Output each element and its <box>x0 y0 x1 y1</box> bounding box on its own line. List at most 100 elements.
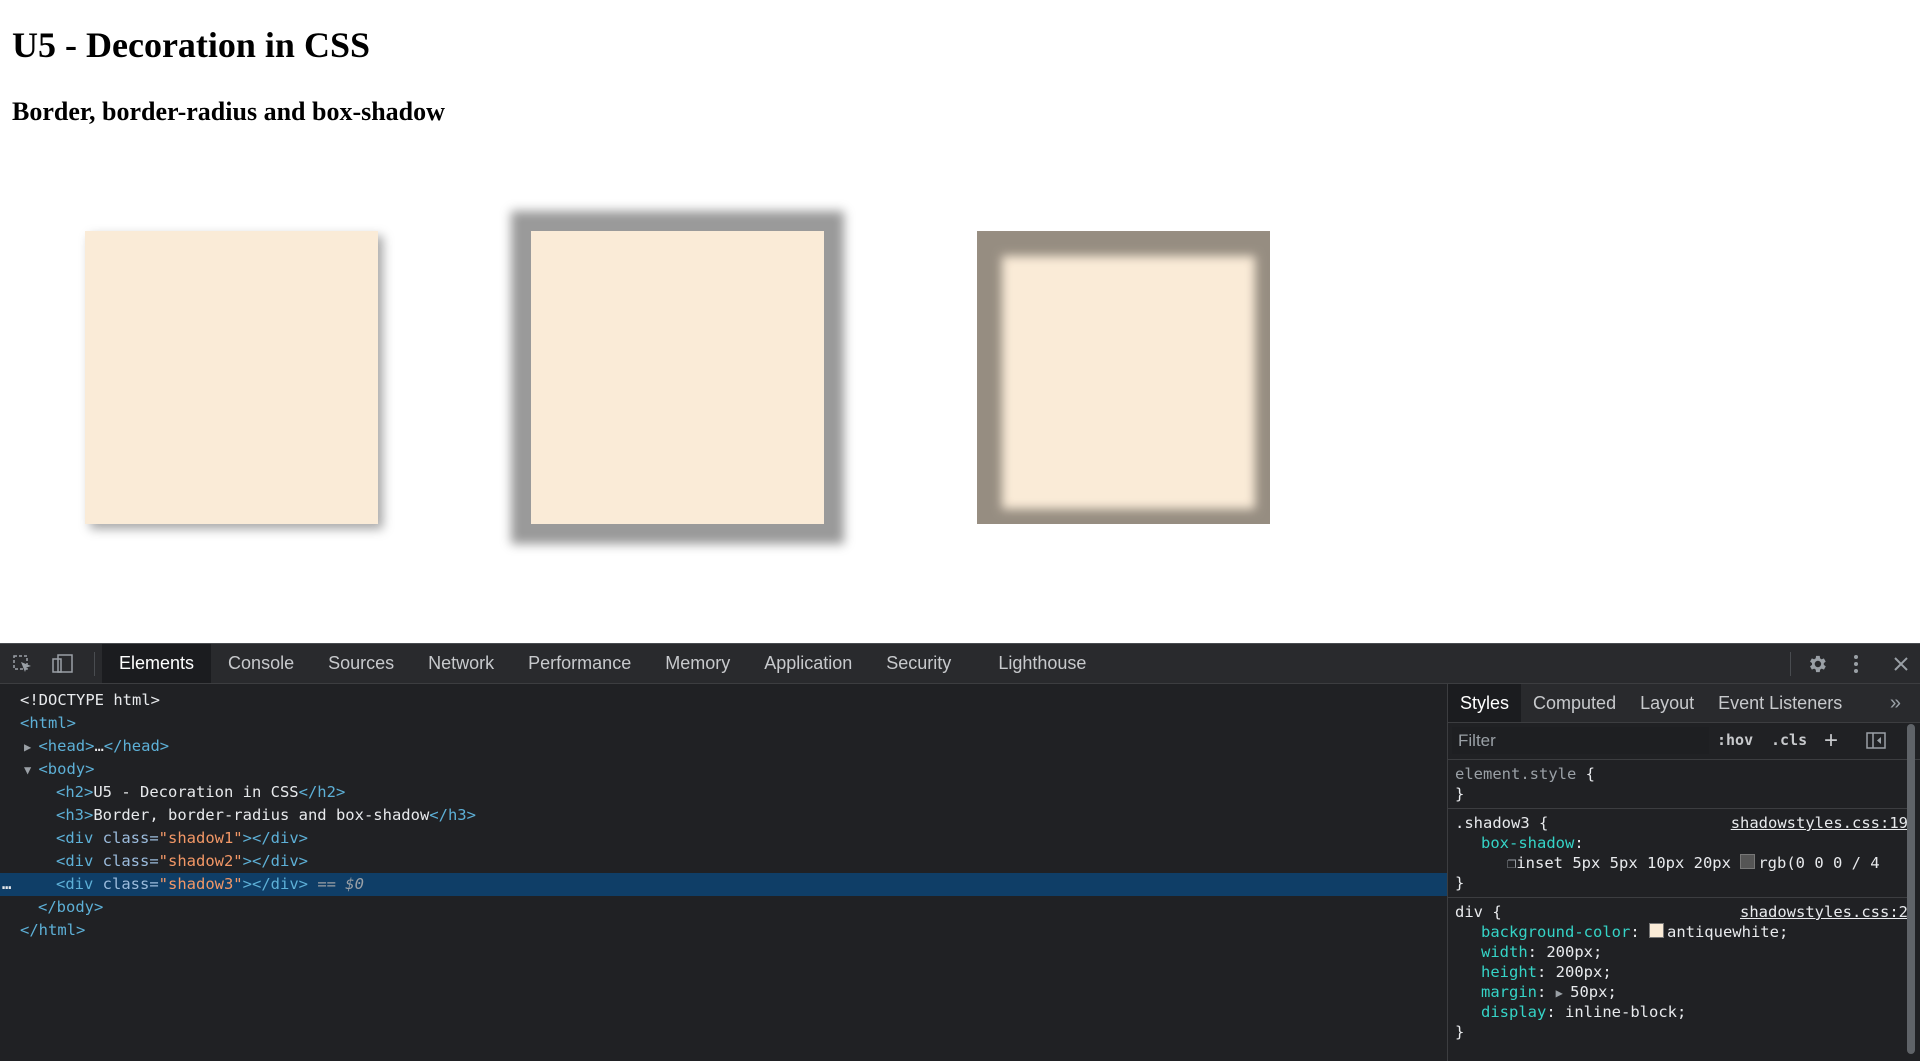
tab-styles[interactable]: Styles <box>1448 684 1522 722</box>
tab-elements[interactable]: Elements <box>102 644 212 683</box>
div-open-tag: <div <box>56 829 94 847</box>
close-icon[interactable] <box>1892 653 1910 679</box>
page-subheading: Border, border-radius and box-shadow <box>12 97 445 126</box>
class-value: "shadow3" <box>158 875 243 893</box>
prop-display[interactable]: display <box>1481 1003 1546 1021</box>
h3-text: Border, border-radius and box-shadow <box>93 806 430 824</box>
prop-box-shadow[interactable]: box-shadow <box>1481 834 1574 852</box>
h3-close-tag: </h3> <box>429 806 476 824</box>
settings-gear-icon[interactable] <box>1806 653 1828 679</box>
tab-security[interactable]: Security <box>869 644 968 683</box>
styles-scrollbar[interactable] <box>1907 724 1915 1054</box>
tab-performance[interactable]: Performance <box>511 644 648 683</box>
dom-h2[interactable]: <h2>U5 - Decoration in CSS</h2> <box>0 781 1503 804</box>
dom-head[interactable]: ▶ <head>…</head> <box>0 735 1471 758</box>
shadow-editor-icon[interactable]: ❐ <box>1507 854 1516 872</box>
devtools-tabs: Elements Console Sources Network Perform… <box>102 644 1103 683</box>
dom-div-shadow2[interactable]: <div class="shadow2"></div> <box>0 850 1503 873</box>
cls-toggle[interactable]: .cls <box>1771 731 1807 749</box>
styles-filter-input[interactable] <box>1452 727 1709 754</box>
value-display[interactable]: inline-block; <box>1565 1003 1686 1021</box>
source-link-div[interactable]: shadowstyles.css:2 <box>1740 902 1908 922</box>
value-background-color[interactable]: antiquewhite; <box>1667 923 1788 941</box>
value-height[interactable]: 200px; <box>1556 963 1612 981</box>
styles-sidebar: Styles Computed Layout Event Listeners »… <box>1447 684 1920 1061</box>
styles-filter-bar: :hov .cls + <box>1448 723 1920 760</box>
selector-element-style: element.style <box>1455 765 1577 783</box>
selector-div: div <box>1455 903 1483 921</box>
div-close-tag: ></div> <box>242 875 308 893</box>
html-tag: <html> <box>20 714 76 732</box>
shadow1-box <box>85 231 378 524</box>
toggle-sidebar-icon[interactable] <box>1866 732 1886 749</box>
dom-html-open[interactable]: <html> <box>0 712 1467 735</box>
selector-shadow3: .shadow3 <box>1455 814 1530 832</box>
tab-computed[interactable]: Computed <box>1521 684 1628 722</box>
html-close-tag: </html> <box>20 921 86 939</box>
dom-doctype[interactable]: <!DOCTYPE html> <box>0 689 1467 712</box>
dom-body-open[interactable]: ▼ <body> <box>0 758 1471 781</box>
source-link-shadow3[interactable]: shadowstyles.css:19 <box>1731 813 1908 833</box>
tab-network[interactable]: Network <box>411 644 511 683</box>
new-style-rule-button[interactable]: + <box>1824 727 1838 755</box>
prop-height[interactable]: height <box>1481 963 1537 981</box>
head-open-tag: <head> <box>38 737 95 755</box>
toolbar-divider-right <box>1790 652 1791 676</box>
styles-tabs: Styles Computed Layout Event Listeners » <box>1448 684 1920 723</box>
open-brace: { <box>1529 814 1549 832</box>
class-attr: class= <box>93 829 159 847</box>
prop-margin[interactable]: margin <box>1481 983 1537 1001</box>
row-menu-icon[interactable]: … <box>2 873 11 896</box>
rule-div[interactable]: div { shadowstyles.css:2 background-color… <box>1448 898 1908 1046</box>
value-box-shadow[interactable]: inset 5px 5px 10px 20px <box>1516 854 1731 872</box>
head-ellipsis: … <box>94 737 104 755</box>
more-options-icon[interactable] <box>1851 653 1861 679</box>
div-close-tag: ></div> <box>242 852 308 870</box>
close-brace: } <box>1455 785 1465 803</box>
h2-close-tag: </h2> <box>298 783 346 801</box>
h2-text: U5 - Decoration in CSS <box>93 783 299 801</box>
toolbar-divider <box>94 652 95 676</box>
color-swatch-shadow[interactable] <box>1740 854 1756 869</box>
rule-shadow3[interactable]: .shadow3 { shadowstyles.css:19 box-shadow… <box>1448 809 1908 898</box>
inspect-element-icon[interactable] <box>12 654 34 674</box>
dom-div-shadow1[interactable]: <div class="shadow1"></div> <box>0 827 1503 850</box>
color-swatch-antiquewhite[interactable] <box>1648 923 1664 938</box>
value-margin[interactable]: 50px; <box>1570 983 1617 1001</box>
prop-background-color[interactable]: background-color <box>1481 923 1630 941</box>
value-width[interactable]: 200px; <box>1546 943 1602 961</box>
tab-memory[interactable]: Memory <box>648 644 747 683</box>
div-open-tag: <div <box>56 852 94 870</box>
expand-triangle-icon[interactable]: ▶ <box>24 740 38 754</box>
collapse-triangle-icon[interactable]: ▼ <box>24 763 38 777</box>
close-brace: } <box>1455 1023 1465 1041</box>
tab-layout[interactable]: Layout <box>1628 684 1706 722</box>
h2-open-tag: <h2> <box>56 783 94 801</box>
more-tabs-chevron-icon[interactable]: » <box>1890 692 1901 715</box>
prop-width[interactable]: width <box>1481 943 1528 961</box>
value-shadow-color[interactable]: rgb(0 0 0 / 4 <box>1758 854 1879 872</box>
tab-event-listeners[interactable]: Event Listeners <box>1706 684 1854 722</box>
dom-div-shadow3-selected[interactable]: … <div class="shadow3"></div> == $0 <box>0 873 1503 896</box>
shadow2-box <box>531 231 824 524</box>
style-rules: element.style { } .shadow3 { shadowstyles… <box>1448 760 1908 1046</box>
tab-sources[interactable]: Sources <box>311 644 411 683</box>
class-attr: class= <box>93 852 159 870</box>
device-toolbar-icon[interactable] <box>52 654 74 674</box>
tab-lighthouse[interactable]: Lighthouse <box>981 644 1103 683</box>
close-brace: } <box>1455 874 1465 892</box>
tab-application[interactable]: Application <box>747 644 869 683</box>
h3-open-tag: <h3> <box>56 806 94 824</box>
dom-html-close[interactable]: </html> <box>0 919 1467 942</box>
hov-toggle[interactable]: :hov <box>1717 731 1753 749</box>
open-brace: { <box>1483 903 1502 921</box>
div-open-tag: <div <box>56 875 94 893</box>
rule-element-style[interactable]: element.style { } <box>1448 760 1908 809</box>
expand-margin-triangle-icon[interactable]: ▶ <box>1556 986 1570 1000</box>
dom-body-close[interactable]: </body> <box>0 896 1485 919</box>
tab-console[interactable]: Console <box>211 644 311 683</box>
dom-h3[interactable]: <h3>Border, border-radius and box-shadow… <box>0 804 1503 827</box>
body-close-tag: </body> <box>38 898 104 916</box>
shadow3-box <box>977 231 1270 524</box>
head-close-tag: </head> <box>103 737 170 755</box>
